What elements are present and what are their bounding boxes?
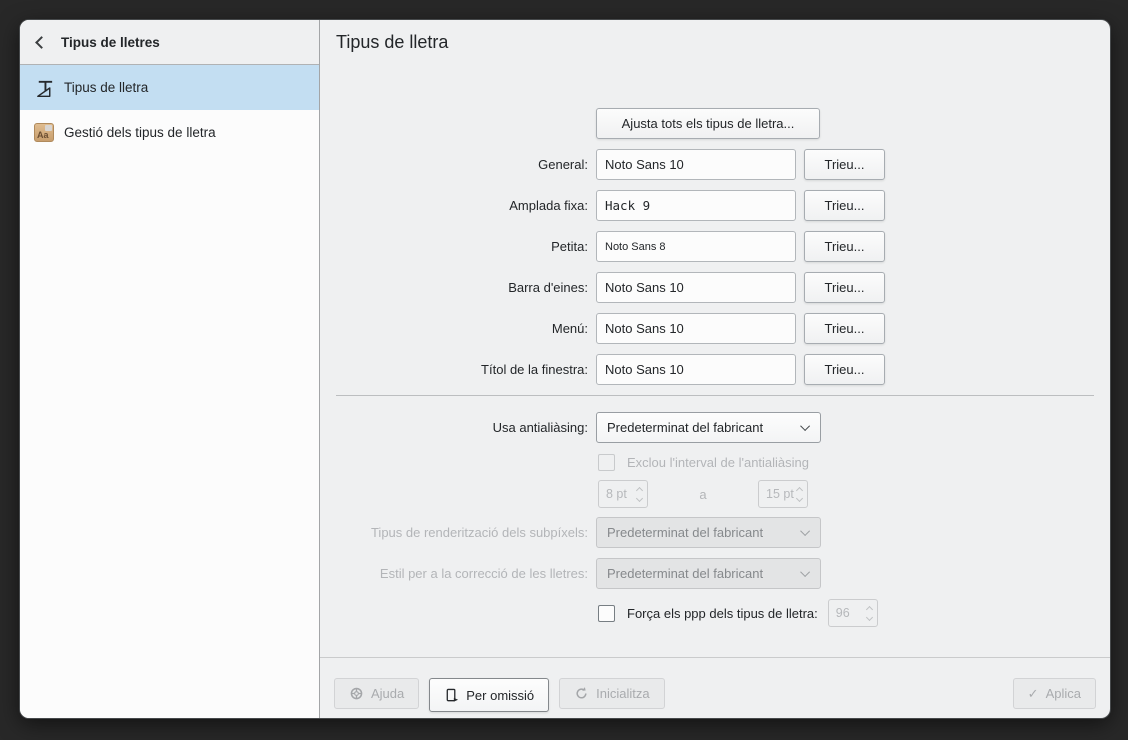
- fixed-width-font-field[interactable]: Hack 9: [596, 190, 796, 221]
- font-package-icon: Aa: [33, 122, 55, 144]
- spinner-arrows-icon: [867, 607, 872, 620]
- section-divider: [336, 395, 1094, 396]
- hinting-dropdown: Predeterminat del fabricant: [596, 558, 821, 589]
- small-font-field[interactable]: Noto Sans 8: [596, 231, 796, 262]
- reset-button: Inicialitza: [559, 678, 664, 709]
- hinting-row: Estil per a la correcció de les lletres:…: [336, 558, 1094, 589]
- font-row-menu: Menú: Noto Sans 10 Trieu...: [336, 313, 1094, 344]
- force-dpi-row: Força els ppp dels tipus de lletra: 96: [336, 599, 1094, 627]
- document-revert-icon: [444, 688, 459, 703]
- field-label: Usa antialiàsing:: [336, 420, 588, 435]
- system-settings-window: Tipus de lletres Tipus de lletra Aa Gest…: [20, 20, 1110, 718]
- help-button: Ajuda: [334, 678, 419, 709]
- sidebar-header[interactable]: Tipus de lletres: [20, 20, 319, 65]
- field-label: General:: [336, 157, 588, 172]
- spinner-arrows-icon: [797, 488, 802, 501]
- field-label: Amplada fixa:: [336, 198, 588, 213]
- field-label: Barra d'eines:: [336, 280, 588, 295]
- spinner-arrows-icon: [637, 488, 642, 501]
- page-title: Tipus de lletra: [336, 32, 1094, 58]
- font-row-general: General: Noto Sans 10 Trieu...: [336, 149, 1094, 180]
- range-to-spinbox: 15 pt: [758, 480, 808, 508]
- font-row-fixed-width: Amplada fixa: Hack 9 Trieu...: [336, 190, 1094, 221]
- sidebar-item-label: Tipus de lletra: [64, 80, 148, 95]
- defaults-button[interactable]: Per omissió: [429, 678, 549, 712]
- choose-toolbar-font-button[interactable]: Trieu...: [804, 272, 885, 303]
- choose-fixed-width-font-button[interactable]: Trieu...: [804, 190, 885, 221]
- font-glyph-icon: [33, 77, 55, 99]
- check-icon: ✓: [1028, 686, 1039, 702]
- general-font-field[interactable]: Noto Sans 10: [596, 149, 796, 180]
- force-dpi-spinbox: 96: [828, 599, 878, 627]
- exclude-range-checkbox: [598, 454, 615, 471]
- undo-arrow-icon: [574, 686, 589, 701]
- field-label: Títol de la finestra:: [336, 362, 588, 377]
- window-title-font-field[interactable]: Noto Sans 10: [596, 354, 796, 385]
- range-from-spinbox: 8 pt: [598, 480, 648, 508]
- toolbar-font-field[interactable]: Noto Sans 10: [596, 272, 796, 303]
- sidebar-title: Tipus de lletres: [61, 35, 160, 50]
- sidebar-item-font-management[interactable]: Aa Gestió dels tipus de lletra: [20, 110, 319, 155]
- main-pane: Tipus de lletra Ajusta tots els tipus de…: [320, 20, 1110, 718]
- footer-toolbar: Ajuda Per omissió Inicia: [320, 657, 1110, 718]
- field-label: Menú:: [336, 321, 588, 336]
- choose-small-font-button[interactable]: Trieu...: [804, 231, 885, 262]
- choose-general-font-button[interactable]: Trieu...: [804, 149, 885, 180]
- apply-button: ✓ Aplica: [1013, 678, 1096, 709]
- exclude-range-label: Exclou l'interval de l'antialiàsing: [627, 455, 809, 470]
- field-label: Tipus de renderització dels subpíxels:: [336, 525, 588, 540]
- back-icon[interactable]: [35, 36, 48, 49]
- sidebar-item-label: Gestió dels tipus de lletra: [64, 125, 216, 140]
- choose-menu-font-button[interactable]: Trieu...: [804, 313, 885, 344]
- range-separator-label: a: [648, 487, 758, 502]
- sidebar-item-fonts[interactable]: Tipus de lletra: [20, 65, 319, 110]
- adjust-all-fonts-button[interactable]: Ajusta tots els tipus de lletra...: [596, 108, 820, 139]
- antialiasing-row: Usa antialiàsing: Predeterminat del fabr…: [336, 412, 1094, 443]
- subpixel-row: Tipus de renderització dels subpíxels: P…: [336, 517, 1094, 548]
- font-row-window-title: Títol de la finestra: Noto Sans 10 Trieu…: [336, 354, 1094, 385]
- menu-font-field[interactable]: Noto Sans 10: [596, 313, 796, 344]
- field-label: Petita:: [336, 239, 588, 254]
- force-dpi-label: Força els ppp dels tipus de lletra:: [627, 606, 818, 621]
- force-dpi-checkbox[interactable]: [598, 605, 615, 622]
- font-row-small: Petita: Noto Sans 8 Trieu...: [336, 231, 1094, 262]
- antialiasing-range-row: 8 pt a 15 pt: [336, 480, 1094, 508]
- exclude-range-row: Exclou l'interval de l'antialiàsing: [336, 453, 1094, 471]
- help-lifebuoy-icon: [349, 686, 364, 701]
- sidebar: Tipus de lletres Tipus de lletra Aa Gest…: [20, 20, 320, 718]
- antialiasing-dropdown[interactable]: Predeterminat del fabricant: [596, 412, 821, 443]
- field-label: Estil per a la correcció de les lletres:: [336, 566, 588, 581]
- font-row-toolbar: Barra d'eines: Noto Sans 10 Trieu...: [336, 272, 1094, 303]
- subpixel-dropdown: Predeterminat del fabricant: [596, 517, 821, 548]
- choose-window-title-font-button[interactable]: Trieu...: [804, 354, 885, 385]
